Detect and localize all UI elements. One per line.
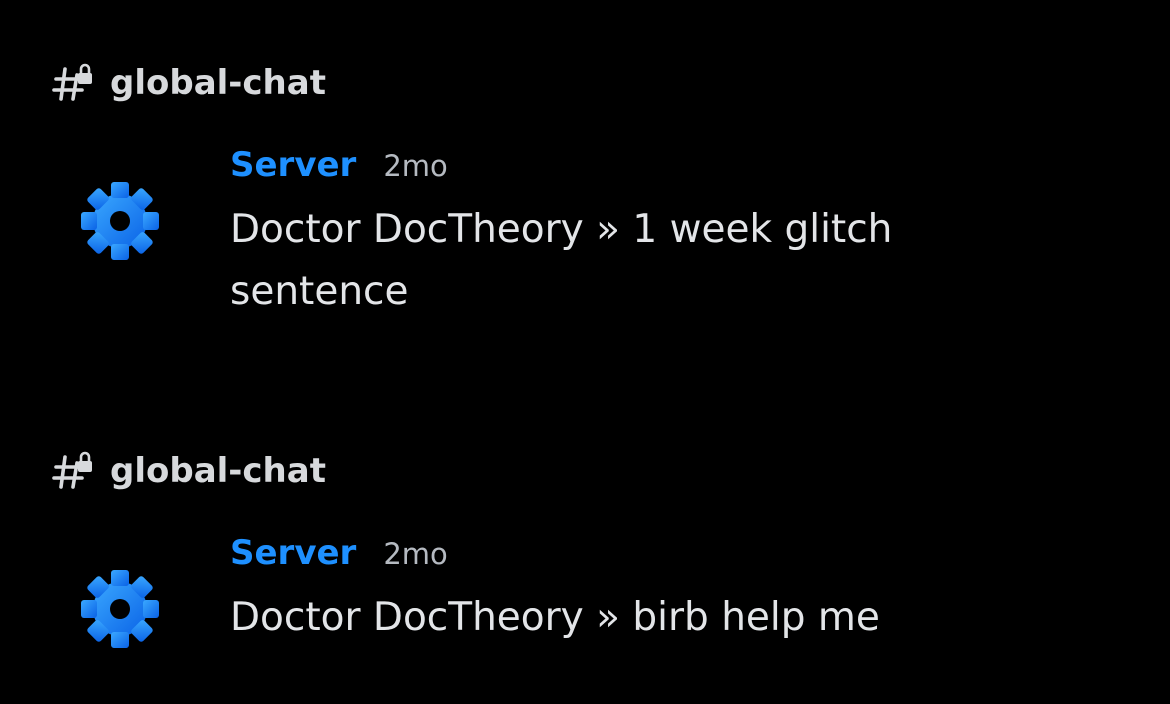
timestamp: 2mo [383,149,448,183]
message-header: Server 2mo [230,145,1130,201]
message-text: Doctor DocTheory » 1 week glitch sentenc… [230,207,893,314]
author-name[interactable]: Server [230,533,356,573]
channel-name: global-chat [110,451,326,491]
message-body: Server 2mo Doctor DocTheory » 1 week gli… [230,145,1130,323]
gear-icon [81,570,159,648]
avatar[interactable] [78,567,162,651]
timestamp: 2mo [383,537,448,571]
hash-lock-icon [52,449,96,493]
channel-name: global-chat [110,63,326,103]
gear-icon [81,182,159,260]
message-body: Server 2mo Doctor DocTheory » birb help … [230,533,1130,649]
author-name[interactable]: Server [230,145,356,185]
message-text: Doctor DocTheory » birb help me [230,595,880,640]
channel-header[interactable]: global-chat [52,446,326,496]
message-header: Server 2mo [230,533,1130,589]
avatar[interactable] [78,179,162,263]
hash-lock-icon [52,61,96,105]
channel-header[interactable]: global-chat [52,58,326,108]
